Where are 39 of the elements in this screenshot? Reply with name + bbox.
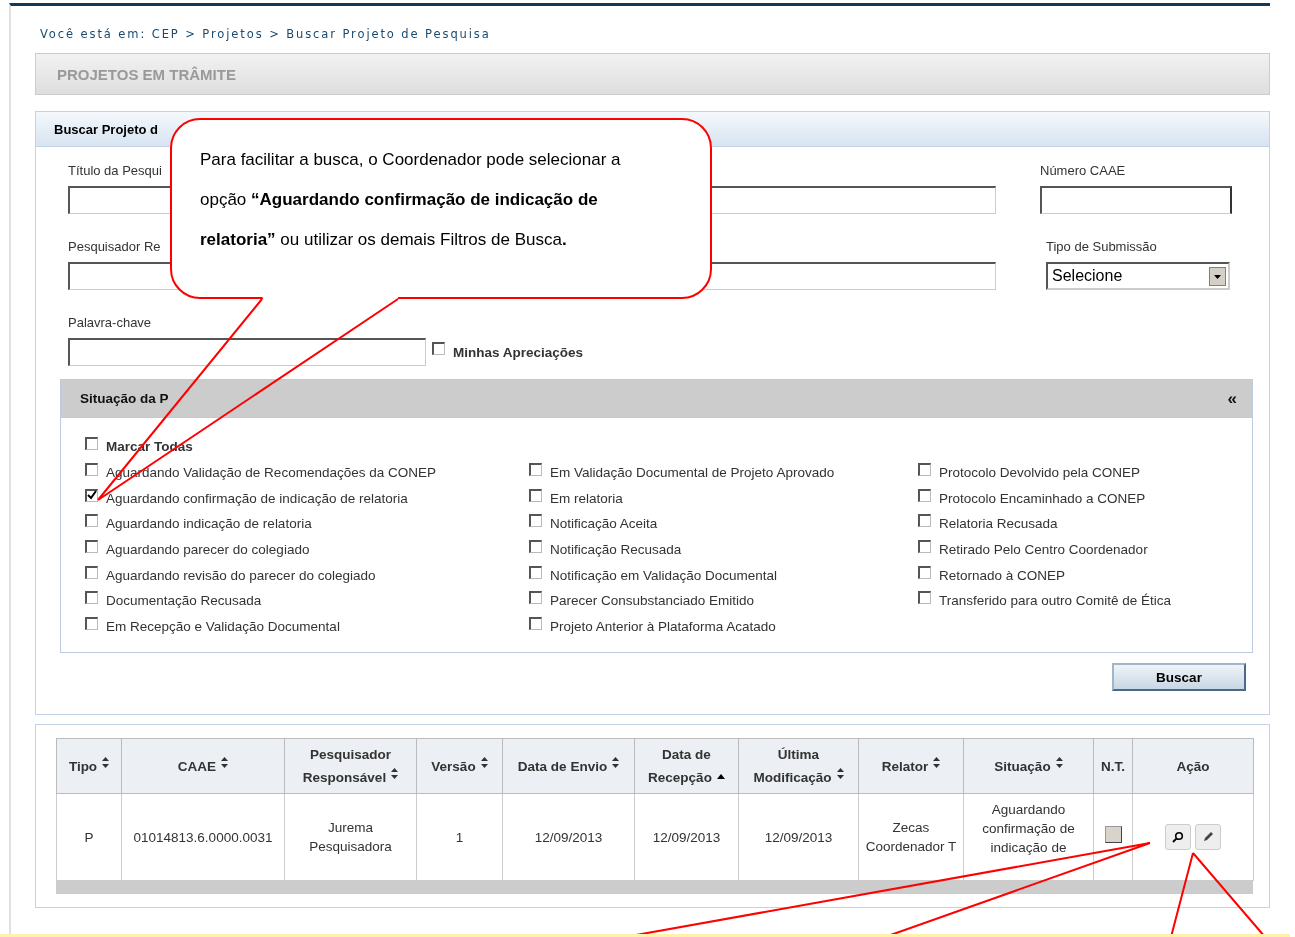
- checkbox-label: Aguardando indicação de relatoria: [106, 516, 312, 532]
- field-label: Número CAAE: [1040, 163, 1126, 177]
- checkbox-label: Aguardando revisão do parecer do colegiado: [106, 567, 376, 583]
- checkbox-label: Protocolo Encaminhado a CONEP: [939, 490, 1146, 506]
- checkbox-label: Notificação Recusada: [550, 542, 682, 558]
- checkbox-label: Aguardando confirmação de indicação de relatoria: [106, 490, 408, 506]
- table-cell: 12/09/2013: [738, 793, 859, 881]
- checkbox-label: Notificação Aceita: [550, 516, 658, 532]
- table-cell: Aguardando confirmação de indicação de: [963, 793, 1094, 881]
- checkbox-label: Parecer Consubstanciado Emitido: [550, 593, 755, 609]
- table-cell: Jurema Pesquisadora: [284, 793, 417, 881]
- checkbox-label: Documentação Recusada: [106, 593, 262, 609]
- checkbox-label: Aguardando parecer do colegiado: [106, 542, 310, 558]
- field-label: Palavra-chave: [68, 315, 152, 329]
- table-cell: 1: [416, 793, 503, 881]
- panel-title: Buscar Projeto d: [54, 121, 159, 137]
- field-label: Pesquisador Re: [68, 239, 161, 253]
- checkbox-label: Em Validação Documental de Projeto Aprovado: [550, 465, 835, 481]
- checkbox-label: Retornado à CONEP: [939, 567, 1066, 583]
- table-cell: 12/09/2013: [634, 793, 739, 881]
- table-cell: P: [56, 793, 122, 881]
- page-title: PROJETOS EM TRÂMITE: [57, 65, 236, 83]
- tooltip-text: Para facilitar a busca, o Coordenador pode selecionar a opção “Aguardando confirmação de indicação de relatoria” ou utilizar os demais Filtros de Busca.: [200, 149, 622, 251]
- checkbox-label: Em Recepção e Validação Documental: [106, 619, 340, 635]
- field-label: Tipo de Submissão: [1046, 239, 1157, 253]
- checkbox-label: Minhas Apreciações: [453, 344, 584, 360]
- table-cell: 12/09/2013: [502, 793, 635, 881]
- checkbox-label: Notificação em Validação Documental: [550, 567, 778, 583]
- field-label: Título da Pesqui: [68, 163, 162, 177]
- checkbox-label: Relatoria Recusada: [939, 516, 1058, 532]
- checkbox-label: Protocolo Devolvido pela CONEP: [939, 465, 1141, 481]
- table-cell: Zecas Coordenador T: [858, 793, 964, 881]
- status-filter-title: Situação da P: [80, 391, 169, 406]
- checkbox-label: Retirado Pelo Centro Coordenador: [939, 542, 1148, 558]
- checkbox-label: Projeto Anterior à Plataforma Acatado: [550, 619, 776, 635]
- table-cell: 01014813.6.0000.0031: [121, 793, 285, 881]
- checkbox-label: Transferido para outro Comitê de Ética: [939, 593, 1172, 609]
- checkbox-label: Em relatoria: [550, 490, 623, 506]
- breadcrumb: Você está em: CEP > Projetos > Buscar Projeto de Pesquisa: [39, 26, 492, 41]
